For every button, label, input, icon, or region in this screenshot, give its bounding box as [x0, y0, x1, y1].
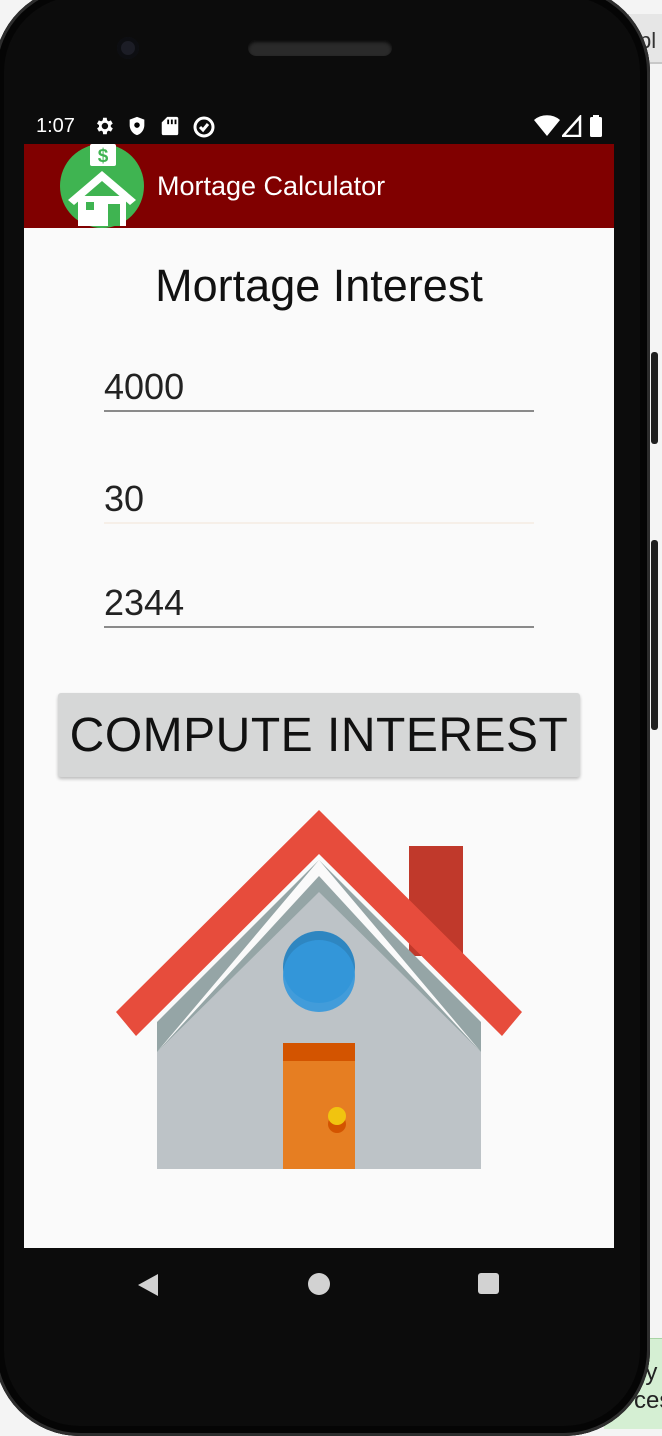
- earpiece-speaker: [248, 40, 392, 56]
- status-time: 1:07: [36, 115, 75, 137]
- house-dollar-logo-icon: $: [60, 144, 144, 228]
- years-value: 30: [104, 478, 145, 519]
- interest-value: 2344: [104, 582, 185, 623]
- svg-text:$: $: [98, 146, 109, 167]
- navigation-bar: [24, 1248, 614, 1320]
- data-saver-icon: [192, 115, 216, 145]
- principal-field[interactable]: 4000: [104, 362, 534, 412]
- home-icon[interactable]: [308, 1273, 330, 1295]
- house-illustration-icon: [116, 810, 522, 1169]
- years-underline: [104, 522, 534, 524]
- back-icon[interactable]: [136, 1273, 160, 1302]
- app-screen: $ Mortage Calculator Mortage Interest 40…: [24, 144, 614, 1248]
- interest-underline: [104, 626, 534, 628]
- app-title: Mortage Calculator: [157, 171, 386, 201]
- principal-underline: [104, 410, 534, 412]
- years-field[interactable]: 30: [104, 474, 534, 524]
- interest-field[interactable]: 2344: [104, 578, 534, 628]
- front-camera: [117, 37, 139, 59]
- power-button: [651, 352, 658, 444]
- volume-button: [651, 540, 658, 730]
- app-bar: $ Mortage Calculator: [24, 144, 614, 228]
- shield-icon: [126, 115, 148, 143]
- battery-icon: [589, 115, 603, 143]
- settings-icon: [93, 115, 115, 143]
- principal-value: 4000: [104, 366, 185, 407]
- sd-card-icon: [160, 115, 180, 143]
- page-heading: Mortage Interest: [155, 260, 483, 311]
- status-bar: 1:07: [24, 110, 614, 144]
- cell-signal-icon: [560, 113, 582, 143]
- recents-icon[interactable]: [478, 1273, 499, 1294]
- wifi-icon: [534, 115, 560, 143]
- compute-interest-button[interactable]: COMPUTE INTEREST: [58, 693, 580, 777]
